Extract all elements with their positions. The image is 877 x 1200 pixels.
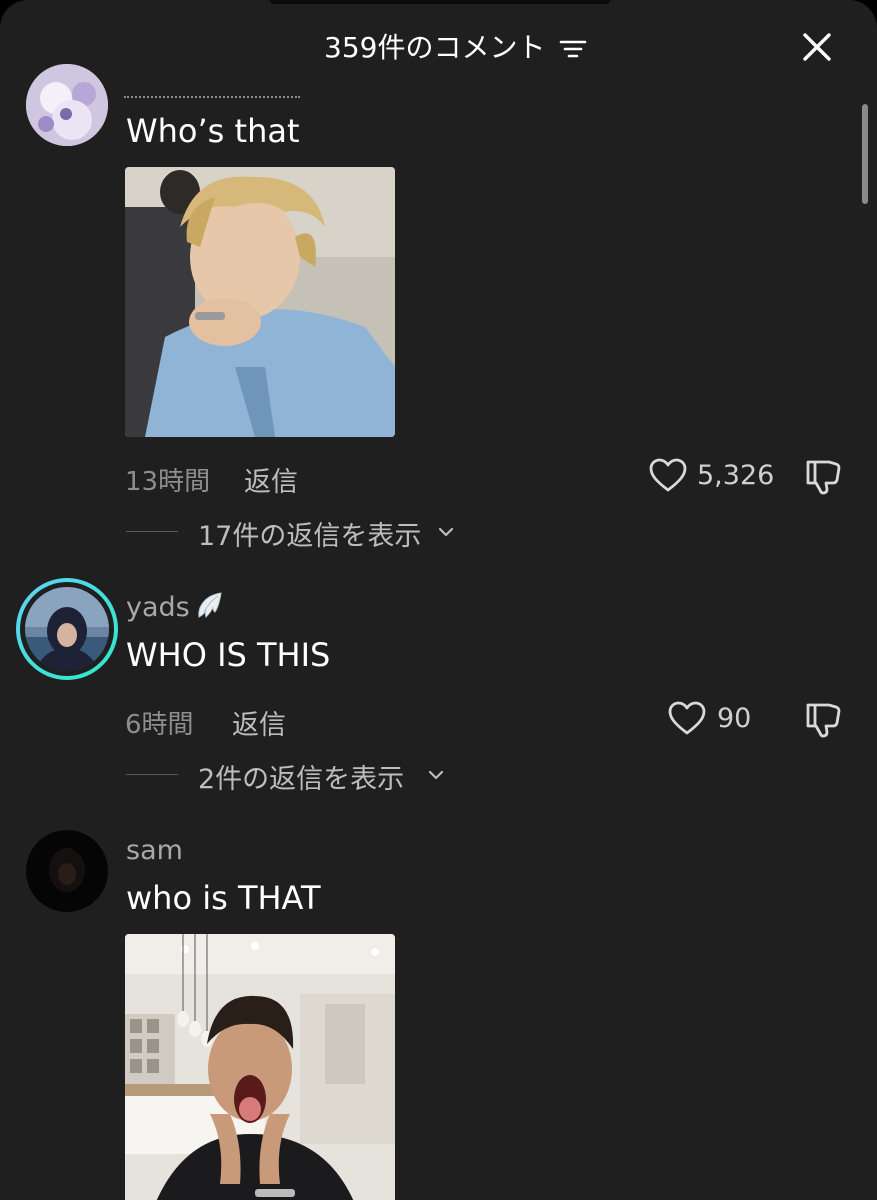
replies-divider bbox=[126, 531, 178, 532]
like-button[interactable]: 90 bbox=[667, 699, 757, 739]
avatar-photo bbox=[26, 830, 108, 912]
username-cutoff bbox=[124, 86, 300, 98]
avatar bbox=[25, 587, 109, 671]
view-replies-label: 2件の返信を表示 bbox=[198, 764, 405, 795]
comment-photo bbox=[125, 167, 395, 437]
avatar[interactable] bbox=[26, 64, 108, 146]
comment-image[interactable] bbox=[125, 934, 395, 1200]
reply-button[interactable]: 返信 bbox=[244, 460, 298, 499]
comments-count-title: 359件のコメント bbox=[324, 31, 546, 64]
comment-time: 6時間 bbox=[125, 710, 194, 740]
heart-icon bbox=[668, 701, 706, 735]
comment-photo bbox=[125, 934, 395, 1200]
scrollbar-thumb[interactable] bbox=[862, 104, 868, 204]
username[interactable]: yads bbox=[126, 592, 190, 623]
comments-sheet: 359件のコメント Who’s that 13時間 返信 5,326 17件の返… bbox=[0, 0, 877, 1200]
comment-text: who is THAT bbox=[126, 879, 321, 917]
chevron-down-icon bbox=[428, 770, 444, 780]
comment-image[interactable] bbox=[125, 167, 395, 437]
dislike-icon[interactable] bbox=[802, 699, 842, 739]
dislike-icon[interactable] bbox=[802, 456, 842, 496]
like-count: 5,326 bbox=[697, 460, 775, 491]
view-replies-button[interactable]: 17件の返信を表示 bbox=[126, 512, 466, 552]
like-button[interactable]: 5,326 bbox=[648, 456, 774, 496]
username[interactable]: sam bbox=[126, 835, 183, 866]
story-ring[interactable] bbox=[16, 578, 118, 680]
replies-divider bbox=[126, 774, 178, 775]
filter-icon[interactable] bbox=[558, 36, 588, 62]
comment-time: 13時間 bbox=[125, 467, 211, 497]
chevron-down-icon bbox=[438, 527, 454, 537]
comment-text: WHO IS THIS bbox=[126, 636, 331, 674]
heart-icon bbox=[649, 458, 687, 492]
avatar[interactable] bbox=[26, 830, 108, 912]
status-bar-edge bbox=[270, 0, 610, 4]
close-icon[interactable] bbox=[800, 30, 834, 64]
reply-button[interactable]: 返信 bbox=[232, 703, 286, 742]
avatar-illustration bbox=[26, 64, 108, 146]
avatar-photo bbox=[25, 587, 109, 671]
comments-header: 359件のコメント bbox=[0, 28, 877, 68]
wing-icon bbox=[198, 592, 222, 618]
like-count: 90 bbox=[717, 703, 752, 734]
view-replies-button[interactable]: 2件の返信を表示 bbox=[126, 755, 466, 795]
comment-text: Who’s that bbox=[126, 112, 300, 150]
view-replies-label: 17件の返信を表示 bbox=[198, 521, 422, 552]
